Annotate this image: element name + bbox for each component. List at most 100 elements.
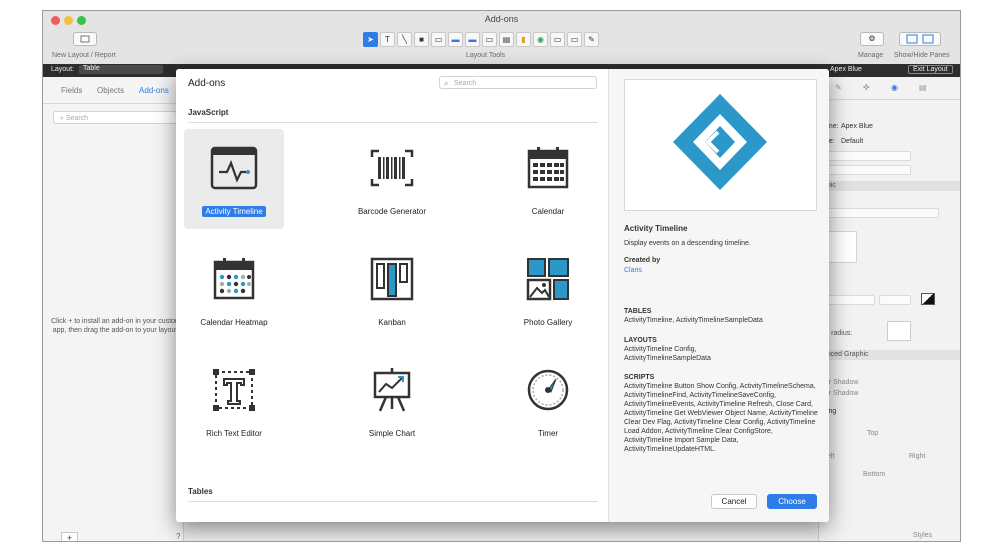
detail-description: Display events on a descending timeline. (624, 240, 751, 247)
text-tool-icon[interactable]: T (380, 32, 395, 47)
help-button[interactable]: ? (176, 532, 180, 541)
javascript-section-heading: JavaScript (188, 108, 229, 117)
search-icon: ⌕ (444, 79, 449, 88)
web-viewer-tool-icon[interactable]: ◉ (533, 32, 548, 47)
addons-help-text: Click + to install an add-on in your cus… (51, 318, 181, 334)
addon-tile-calendar[interactable]: Calendar (498, 129, 598, 229)
pointer-tool-icon[interactable]: ➤ (363, 32, 378, 47)
add-addon-button[interactable]: + (61, 532, 78, 541)
rectangle-tool-icon[interactable]: ■ (414, 32, 429, 47)
data-icon[interactable]: ▤ (919, 83, 927, 92)
objects-pane: Fields Objects Add-ons ⌕ Search Click + … (43, 77, 184, 541)
field-tool-icon[interactable]: ▭ (431, 32, 446, 47)
addon-tile-simple-chart[interactable]: Simple Chart (342, 351, 442, 451)
inspector-pane: ✎ ✜ ◉ ▤ ame: Apex Blue me: Default phic … (818, 77, 960, 541)
addons-search-input[interactable]: ⌕ Search (53, 111, 177, 124)
choose-button[interactable]: Choose (767, 494, 817, 509)
style-field-2[interactable] (823, 165, 911, 175)
format-painter-icon[interactable]: ✎ (584, 32, 599, 47)
tab-control-tool-icon[interactable]: ▭ (482, 32, 497, 47)
claris-logo-icon (673, 92, 782, 190)
detail-scripts-value: ActivityTimeline Button Show Config, Act… (624, 383, 818, 453)
detail-created-by-link[interactable]: Claris (624, 266, 820, 275)
inspector-tabs: ✎ ✜ ◉ ▤ (819, 77, 960, 100)
line-color-swatch[interactable] (921, 293, 935, 305)
addon-label: Rich Text Editor (184, 429, 284, 438)
exit-layout-button[interactable]: Exit Layout (908, 65, 953, 74)
tables-section-divider (188, 501, 598, 502)
addon-detail-panel: Activity Timeline Display events on a de… (608, 69, 829, 522)
layout-select[interactable]: Table (79, 65, 163, 74)
position-icon[interactable]: ✜ (863, 83, 870, 92)
popover-button-tool-icon[interactable]: ▭ (567, 32, 582, 47)
addon-tile-activity-timeline[interactable]: Activity Timeline (184, 129, 284, 229)
addon-label-text: Rich Text Editor (206, 429, 262, 438)
tab-objects[interactable]: Objects (97, 86, 124, 95)
button-tool-icon[interactable]: ▬ (448, 32, 463, 47)
chart-tool-icon[interactable]: ▮ (516, 32, 531, 47)
gear-icon: ⚙ (868, 34, 876, 43)
addon-tile-barcode-generator[interactable]: Barcode Generator (342, 129, 442, 229)
styles-label: Styles (913, 532, 933, 539)
addon-label-text: Kanban (378, 318, 406, 327)
detail-created-by-label: Created by (624, 257, 661, 264)
line-width-select[interactable] (879, 295, 911, 305)
show-hide-panes-button[interactable] (899, 32, 941, 46)
addon-label-text: Calendar (531, 207, 565, 216)
corner-grid[interactable] (887, 321, 911, 341)
addon-tile-rich-text-editor[interactable]: Rich Text Editor (184, 351, 284, 451)
tab-fields[interactable]: Fields (61, 86, 82, 95)
timer-icon (527, 369, 569, 411)
addons-gallery: Add-ons ⌕ Search JavaScript Activity Tim… (176, 69, 608, 522)
graphic-section-header[interactable]: phic (819, 181, 960, 191)
detail-addon-name: Activity Timeline (624, 224, 688, 233)
calendar-heatmap-icon (213, 258, 255, 300)
tables-section-heading: Tables (188, 487, 213, 496)
popover-tool-icon[interactable]: ▭ (550, 32, 565, 47)
button-bar-tool-icon[interactable]: ▬ (465, 32, 480, 47)
addon-tile-kanban[interactable]: Kanban (342, 240, 442, 340)
addon-label-text: Photo Gallery (523, 318, 573, 327)
javascript-section-divider (188, 122, 598, 123)
dialog-search-input[interactable]: ⌕ Search (439, 76, 597, 89)
addon-tile-photo-gallery[interactable]: Photo Gallery (498, 240, 598, 340)
line-tool-icon[interactable]: ╲ (397, 32, 412, 47)
photo-gallery-icon (526, 258, 569, 301)
kanban-icon (370, 257, 414, 301)
fill-select[interactable] (823, 208, 939, 218)
detail-scripts-label: SCRIPTS (624, 374, 655, 381)
addon-label: Activity Timeline (184, 206, 284, 217)
addon-label-text: Activity Timeline (202, 206, 266, 217)
style-name-value: Default (841, 138, 864, 145)
advanced-graphic-section-header[interactable]: anced Graphic (819, 350, 960, 360)
calendar-icon (527, 147, 569, 189)
cancel-button[interactable]: Cancel (711, 494, 757, 509)
manage-caption: Manage (858, 52, 884, 59)
padding-top-label: Top (867, 430, 879, 437)
line-style-select[interactable] (823, 295, 875, 305)
theme-name-value: Apex Blue (841, 123, 873, 130)
appearance-icon[interactable]: ◉ (891, 83, 898, 92)
manage-button[interactable]: ⚙ (860, 32, 884, 46)
new-layout-button[interactable] (73, 32, 97, 46)
theme-value: Apex Blue (830, 66, 862, 73)
addons-search-placeholder: Search (65, 115, 89, 122)
pencil-icon[interactable]: ✎ (835, 83, 842, 92)
tab-add-ons[interactable]: Add-ons (139, 86, 169, 95)
addon-tile-calendar-heatmap[interactable]: Calendar Heatmap (184, 240, 284, 340)
addon-tile-timer[interactable]: Timer (498, 351, 598, 451)
show-hide-caption: Show/Hide Panes (894, 52, 950, 59)
addon-preview (624, 79, 817, 211)
barcode-icon (370, 149, 414, 187)
padding-right-label: Right (909, 453, 926, 460)
portal-tool-icon[interactable]: ▤ (499, 32, 514, 47)
addon-label-text: Barcode Generator (357, 207, 427, 216)
app-window: Add-ons New Layout / Report ➤ T ╲ ■ ▭ ▬ … (42, 10, 961, 542)
new-layout-icon (80, 35, 90, 43)
style-field-1[interactable] (823, 151, 911, 161)
dialog-title: Add-ons (188, 78, 226, 89)
addon-label-text: Timer (537, 429, 559, 438)
window-title: Add-ons (484, 14, 519, 24)
addons-dialog: Add-ons ⌕ Search JavaScript Activity Tim… (176, 69, 829, 522)
simple-chart-icon (373, 368, 411, 412)
